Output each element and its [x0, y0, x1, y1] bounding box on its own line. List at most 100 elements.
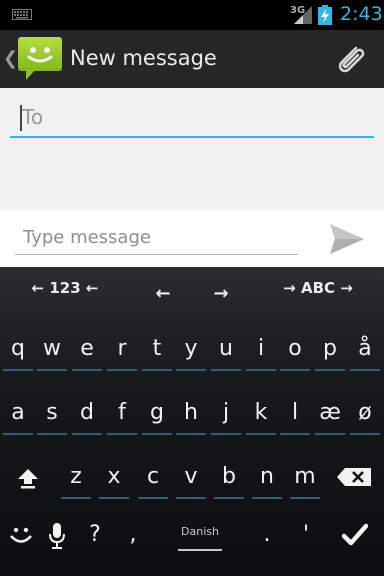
to-input[interactable]	[22, 100, 362, 134]
key-e[interactable]: e	[72, 331, 102, 371]
smiley-icon	[10, 527, 32, 543]
soft-keyboard: ← 123 ← ← → → ABC → q w e r t y u i o p …	[0, 267, 384, 576]
key-label: r	[117, 336, 127, 361]
key-p[interactable]: p	[315, 331, 345, 371]
key-label: t	[152, 336, 162, 361]
cursor-right-key[interactable]: →	[206, 283, 236, 304]
key-apostrophe[interactable]: '	[291, 517, 321, 557]
key-a-ring[interactable]: å	[350, 331, 380, 371]
key-s[interactable]: s	[37, 395, 67, 435]
key-k[interactable]: k	[246, 395, 276, 435]
done-key[interactable]	[338, 517, 372, 557]
key-label: x	[107, 464, 121, 489]
key-g[interactable]: g	[142, 395, 172, 435]
key-period[interactable]: .	[252, 517, 282, 557]
key-u[interactable]: u	[211, 331, 241, 371]
key-label: b	[222, 464, 236, 489]
key-label: ,	[129, 522, 137, 547]
keyboard-top-row: ← 123 ← ← → → ABC →	[0, 267, 384, 319]
battery-charging-icon	[318, 5, 332, 25]
send-icon[interactable]	[328, 222, 364, 256]
emoji-key[interactable]	[6, 517, 36, 557]
key-v[interactable]: v	[176, 459, 206, 499]
space-key[interactable]: Danish	[172, 517, 228, 559]
key-f[interactable]: f	[107, 395, 137, 435]
key-z[interactable]: z	[61, 459, 91, 499]
shift-icon	[18, 469, 38, 489]
shift-key[interactable]	[12, 459, 44, 499]
key-label: c	[146, 464, 160, 489]
key-h[interactable]: h	[176, 395, 206, 435]
message-field[interactable]	[15, 220, 298, 255]
key-label: y	[184, 336, 198, 361]
compose-area	[0, 88, 384, 267]
paperclip-icon[interactable]	[332, 42, 368, 78]
key-label: .	[263, 522, 271, 547]
key-i[interactable]: i	[246, 331, 276, 371]
key-label: m	[294, 464, 316, 489]
key-c[interactable]: c	[138, 459, 168, 499]
message-bar	[0, 210, 384, 267]
key-b[interactable]: b	[214, 459, 244, 499]
key-j[interactable]: j	[211, 395, 241, 435]
key-label: w	[43, 336, 61, 361]
key-label: z	[70, 464, 82, 489]
numeric-mode-key[interactable]: ← 123 ←	[22, 279, 108, 297]
keyboard-notification-icon	[12, 9, 32, 20]
message-input[interactable]	[23, 220, 293, 254]
key-label: '	[302, 522, 310, 547]
cursor-left-key[interactable]: ←	[148, 283, 178, 304]
key-label: u	[219, 336, 233, 361]
key-label: a	[11, 400, 25, 425]
recipient-field[interactable]	[10, 100, 374, 138]
alpha-mode-key[interactable]: → ABC →	[276, 279, 360, 297]
key-m[interactable]: m	[290, 459, 320, 499]
checkmark-icon	[342, 523, 368, 546]
key-label: v	[184, 464, 198, 489]
key-y[interactable]: y	[176, 331, 206, 371]
key-label: l	[291, 400, 299, 425]
backspace-icon	[337, 468, 371, 486]
key-o[interactable]: o	[280, 331, 310, 371]
key-x[interactable]: x	[99, 459, 129, 499]
key-label: s	[46, 400, 58, 425]
key-label: o	[288, 336, 302, 361]
key-row-2: a s d f g h j k l æ ø	[0, 395, 384, 445]
key-row-1: q w e r t y u i o p å	[0, 331, 384, 381]
key-label: h	[184, 400, 198, 425]
key-q[interactable]: q	[3, 331, 33, 371]
signal-icon	[294, 6, 312, 24]
key-d[interactable]: d	[72, 395, 102, 435]
key-label: g	[150, 400, 164, 425]
key-label: d	[80, 400, 94, 425]
key-r[interactable]: r	[107, 331, 137, 371]
key-o-slash[interactable]: ø	[350, 395, 380, 435]
key-label: æ	[319, 400, 341, 425]
key-label: f	[118, 400, 126, 425]
messaging-app-icon[interactable]	[16, 35, 64, 81]
status-bar: 3G 2:43	[0, 0, 384, 30]
backspace-key[interactable]	[334, 459, 374, 499]
keyboard-language-label: Danish	[181, 525, 219, 538]
key-label: å	[358, 336, 372, 361]
key-a[interactable]: a	[3, 395, 33, 435]
key-label: ø	[358, 400, 372, 425]
key-label: k	[254, 400, 268, 425]
voice-input-key[interactable]	[42, 517, 72, 557]
key-question[interactable]: ?	[80, 517, 110, 557]
microphone-icon	[49, 523, 65, 549]
status-clock: 2:43	[340, 3, 383, 25]
key-label: ?	[89, 522, 101, 547]
key-t[interactable]: t	[142, 331, 172, 371]
page-title: New message	[70, 46, 217, 70]
key-w[interactable]: w	[37, 331, 67, 371]
key-label: n	[260, 464, 274, 489]
key-label: j	[222, 400, 230, 425]
key-ae[interactable]: æ	[315, 395, 345, 435]
action-bar: ❮ New message	[0, 30, 384, 89]
key-l[interactable]: l	[280, 395, 310, 435]
key-n[interactable]: n	[252, 459, 282, 499]
key-label: p	[323, 336, 337, 361]
key-comma[interactable]: ,	[118, 517, 148, 557]
key-row-3: z x c v b n m	[0, 459, 384, 509]
